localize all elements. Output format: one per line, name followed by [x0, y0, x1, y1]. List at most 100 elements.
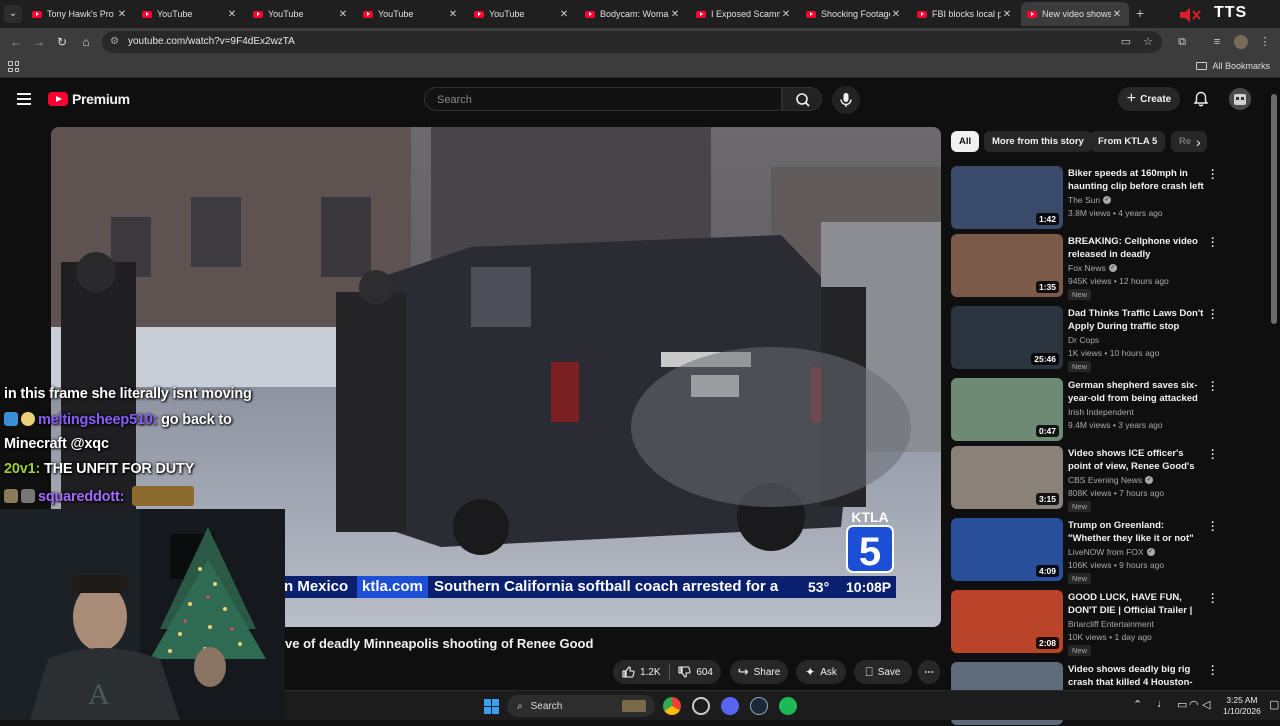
like-button[interactable]: 1.2K: [613, 660, 669, 684]
forward-icon[interactable]: →: [31, 34, 47, 50]
channel-name[interactable]: Irish Independent: [1068, 407, 1134, 417]
recommended-video-title[interactable]: Video shows ICE officer's point of view,…: [1068, 448, 1206, 473]
video-thumbnail[interactable]: 1:35: [951, 234, 1063, 297]
chrome-app-icon[interactable]: [663, 697, 681, 715]
spotify-app-icon[interactable]: [779, 697, 797, 715]
recommended-video-title[interactable]: German shepherd saves six-year-old from …: [1068, 380, 1206, 405]
video-thumbnail[interactable]: 0:47: [951, 378, 1063, 441]
recommended-video[interactable]: 1:42 Biker speeds at 160mph in haunting c…: [951, 166, 1221, 230]
recommended-video-title[interactable]: BREAKING: Cellphone video released in de…: [1068, 236, 1206, 261]
voice-search-button[interactable]: [832, 86, 860, 114]
video-thumbnail[interactable]: 3:15: [951, 446, 1063, 509]
reload-icon[interactable]: ↻: [54, 34, 70, 50]
steam-app-icon[interactable]: [750, 697, 768, 715]
microphone-icon[interactable]: ♩: [1157, 698, 1168, 710]
video-menu-icon[interactable]: · · ·: [1210, 590, 1216, 609]
close-tab-icon[interactable]: ✕: [447, 9, 459, 20]
wifi-icon[interactable]: ◠: [1189, 698, 1199, 711]
media-controls-icon[interactable]: ≡: [1210, 35, 1224, 49]
browser-tab[interactable]: Tony Hawk's Pro S ✕: [26, 2, 134, 26]
notification-icon[interactable]: ▢: [1269, 698, 1279, 711]
volume-icon[interactable]: ◁: [1202, 698, 1210, 711]
close-tab-icon[interactable]: ✕: [890, 9, 902, 20]
recommended-video-title[interactable]: Video shows deadly big rig crash that ki…: [1068, 664, 1206, 689]
back-icon[interactable]: ←: [8, 34, 24, 50]
recommended-video[interactable]: 25:46 Dad Thinks Traffic Laws Don't Apply…: [951, 306, 1221, 372]
more-actions-button[interactable]: ⋯: [918, 660, 940, 684]
apps-grid-icon[interactable]: [8, 61, 19, 72]
recommended-video-title[interactable]: Dad Thinks Traffic Laws Don't Apply Duri…: [1068, 308, 1206, 333]
share-button[interactable]: ↪ Share: [730, 660, 788, 684]
recommended-video[interactable]: 0:47 German shepherd saves six-year-old f…: [951, 378, 1221, 442]
channel-name[interactable]: Dr Cops: [1068, 335, 1099, 345]
close-tab-icon[interactable]: ✕: [226, 9, 238, 20]
video-thumbnail[interactable]: 4:09: [951, 518, 1063, 581]
scrollbar-thumb[interactable]: [1271, 94, 1277, 324]
tab-search-button[interactable]: ⌄: [4, 5, 22, 23]
browser-tab[interactable]: YouTube ✕: [357, 2, 465, 26]
home-icon[interactable]: ⌂: [78, 34, 94, 50]
video-menu-icon[interactable]: · · ·: [1210, 234, 1216, 253]
browser-tab[interactable]: Shocking Footage ✕: [800, 2, 908, 26]
video-thumbnail[interactable]: 25:46: [951, 306, 1063, 369]
search-button[interactable]: [782, 87, 822, 111]
notifications-bell-icon[interactable]: [1192, 90, 1210, 108]
cast-icon[interactable]: ▭: [1119, 35, 1133, 49]
site-info-icon[interactable]: ⚙: [110, 36, 122, 48]
browser-tab[interactable]: Bodycam: Woman ✕: [579, 2, 687, 26]
create-button[interactable]: + Create: [1118, 87, 1180, 111]
recommended-video[interactable]: 2:08 GOOD LUCK, HAVE FUN, DON'T DIE | Off…: [951, 590, 1221, 656]
video-thumbnail[interactable]: 1:42: [951, 166, 1063, 229]
account-avatar[interactable]: [1229, 88, 1251, 110]
new-tab-button[interactable]: +: [1136, 5, 1144, 21]
video-menu-icon[interactable]: · · ·: [1210, 662, 1216, 681]
address-bar[interactable]: ⚙ youtube.com/watch?v=9F4dEx2wzTA: [102, 31, 1162, 53]
chrome-menu-icon[interactable]: ⋮: [1258, 35, 1272, 49]
discord-app-icon[interactable]: [721, 697, 739, 715]
recommended-video[interactable]: 1:35 BREAKING: Cellphone video released i…: [951, 234, 1221, 300]
filter-chip[interactable]: All: [951, 131, 980, 152]
browser-tab[interactable]: YouTube ✕: [247, 2, 355, 26]
recommended-video-title[interactable]: Trump on Greenland: "Whether they like i…: [1068, 520, 1206, 545]
browser-tab[interactable]: New video shows ✕: [1021, 2, 1129, 26]
channel-name[interactable]: Fox News ✓: [1068, 263, 1117, 273]
recommended-video-title[interactable]: Biker speeds at 160mph in haunting clip …: [1068, 168, 1206, 193]
close-tab-icon[interactable]: ✕: [558, 9, 570, 20]
windows-start-icon[interactable]: [484, 699, 499, 714]
guide-menu-icon[interactable]: [17, 93, 31, 105]
video-menu-icon[interactable]: · · ·: [1210, 378, 1216, 397]
bookmark-star-icon[interactable]: ☆: [1141, 35, 1155, 49]
channel-name[interactable]: The Sun ✓: [1068, 195, 1112, 205]
channel-name[interactable]: CBS Evening News ✓: [1068, 475, 1154, 485]
close-tab-icon[interactable]: ✕: [669, 9, 681, 20]
video-thumbnail[interactable]: 2:08: [951, 590, 1063, 653]
filter-chip[interactable]: From KTLA 5: [1090, 131, 1166, 152]
browser-tab[interactable]: YouTube ✕: [468, 2, 576, 26]
extensions-icon[interactable]: ⧉: [1175, 35, 1189, 49]
taskbar-search[interactable]: ⌕ Search: [507, 695, 655, 717]
chevron-up-icon[interactable]: ⌃: [1133, 698, 1142, 711]
browser-tab[interactable]: I Exposed Scamm ✕: [690, 2, 798, 26]
close-tab-icon[interactable]: ✕: [1001, 9, 1013, 20]
all-bookmarks-button[interactable]: All Bookmarks: [1196, 61, 1270, 71]
recommended-video[interactable]: 4:09 Trump on Greenland: "Whether they li…: [951, 518, 1221, 584]
obs-app-icon[interactable]: [692, 697, 710, 715]
page-scrollbar[interactable]: [1270, 82, 1278, 692]
ask-button[interactable]: ✦ Ask: [796, 660, 846, 684]
chevron-right-icon[interactable]: ›: [1196, 134, 1210, 150]
network-icon[interactable]: ▭: [1177, 698, 1187, 711]
recommended-video[interactable]: 3:15 Video shows ICE officer's point of v…: [951, 446, 1221, 512]
taskbar-clock[interactable]: 3:25 AM 1/10/2026: [1223, 695, 1261, 717]
filter-chip[interactable]: More from this story: [984, 131, 1092, 152]
browser-tab[interactable]: YouTube ✕: [136, 2, 244, 26]
dislike-button[interactable]: 604: [669, 660, 721, 684]
browser-tab[interactable]: FBI blocks local p ✕: [911, 2, 1019, 26]
video-menu-icon[interactable]: · · ·: [1210, 166, 1216, 185]
close-tab-icon[interactable]: ✕: [780, 9, 792, 20]
save-button[interactable]: ⎕ Save: [854, 660, 912, 684]
close-tab-icon[interactable]: ✕: [337, 9, 349, 20]
channel-name[interactable]: LiveNOW from FOX ✓: [1068, 547, 1155, 557]
recommended-video-title[interactable]: GOOD LUCK, HAVE FUN, DON'T DIE | Officia…: [1068, 592, 1206, 617]
video-menu-icon[interactable]: · · ·: [1210, 446, 1216, 465]
close-tab-icon[interactable]: ✕: [116, 9, 128, 20]
